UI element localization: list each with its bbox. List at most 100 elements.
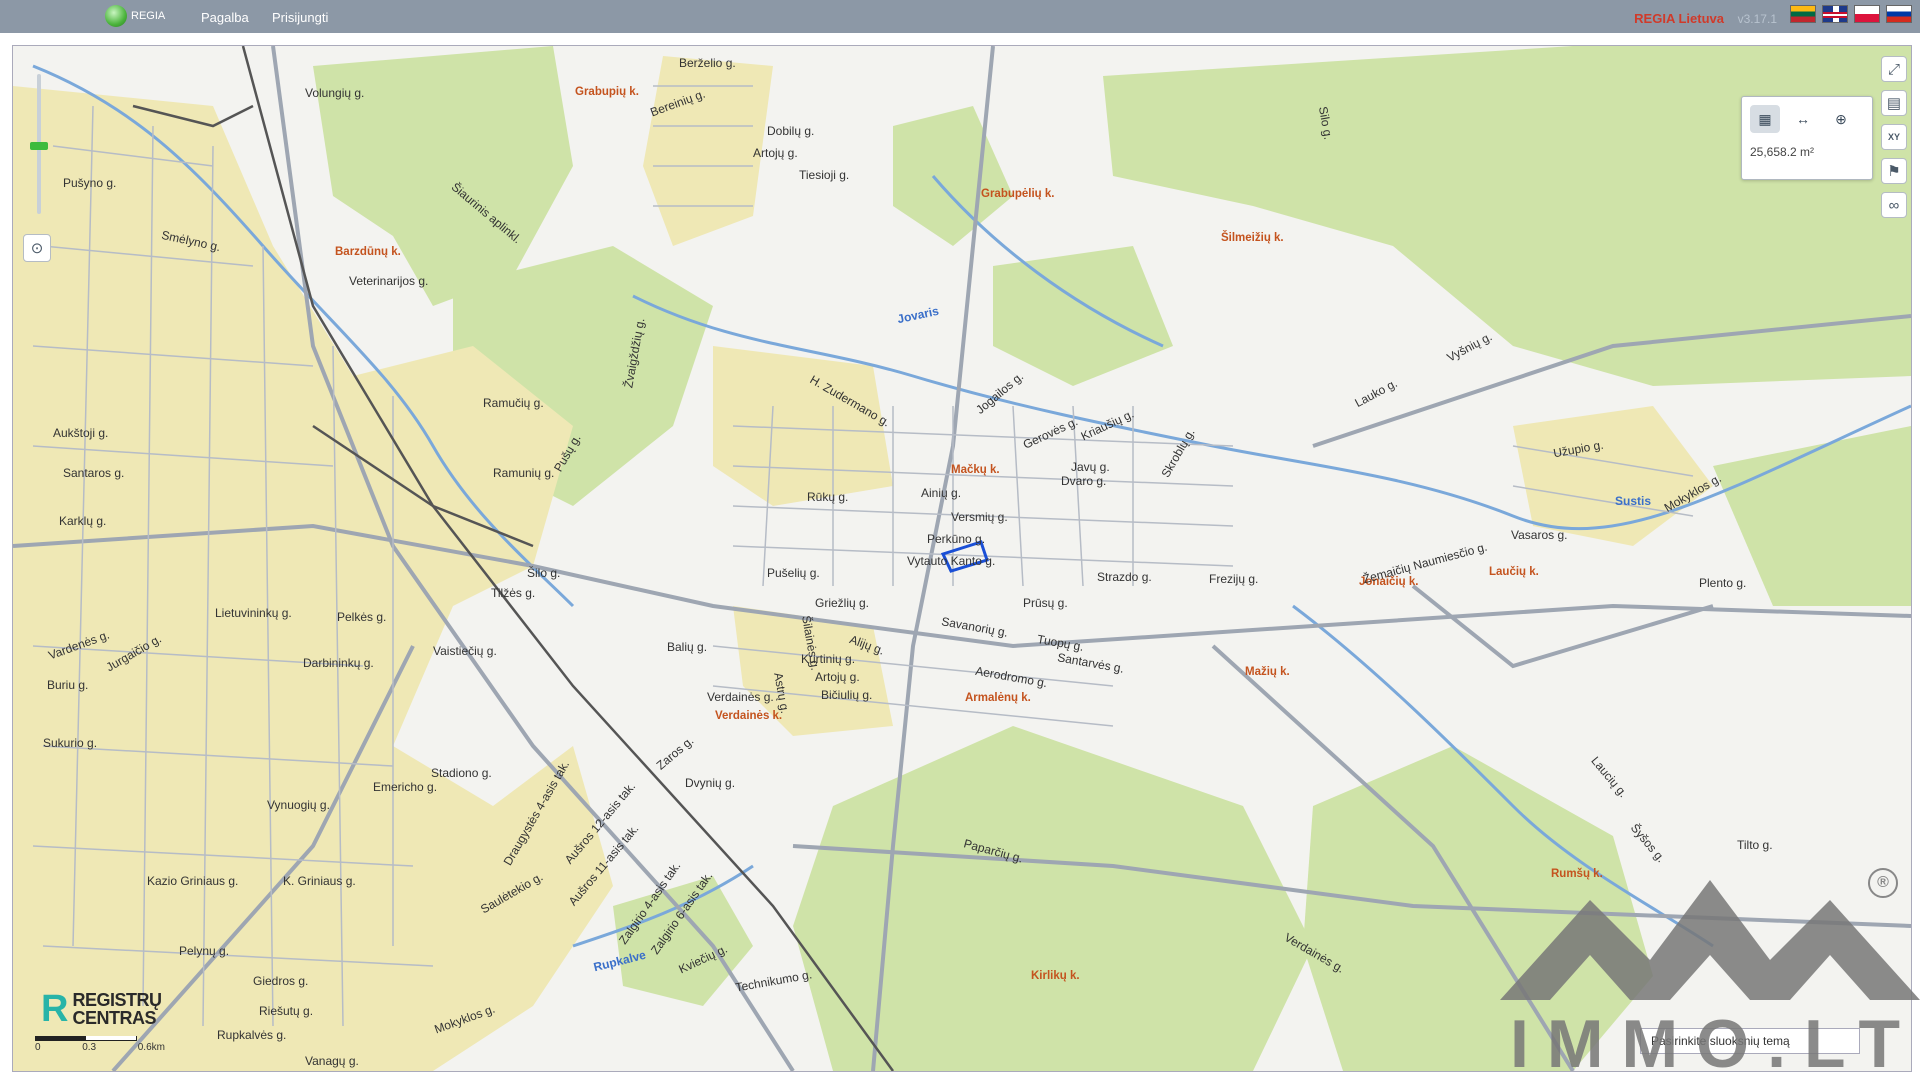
measure-panel: ▦ ↔ ⊕ 25,658.2 m² — [1741, 96, 1873, 180]
pl-flag-icon[interactable] — [1854, 5, 1880, 23]
street-label: Vynuogių g. — [267, 798, 330, 812]
regia-logo-text: REGIA — [131, 10, 166, 22]
flag-icon[interactable]: ⚑ — [1881, 158, 1907, 184]
street-label: Javų g. — [1071, 460, 1110, 474]
village-label: Grabupių k. — [575, 86, 639, 98]
street-label: Pelkės g. — [337, 610, 387, 624]
street-label: Lietuvininkų g. — [215, 606, 292, 620]
street-label: Strazdo g. — [1097, 570, 1152, 584]
village-label: Armalėnų k. — [965, 692, 1031, 704]
help-link[interactable]: Pagalba — [201, 10, 249, 25]
street-label: Berželio g. — [679, 56, 736, 70]
street-label: Vanagų g. — [305, 1054, 359, 1068]
link-icon[interactable]: ∞ — [1881, 192, 1907, 218]
area-measure-icon[interactable]: ▦ — [1750, 105, 1780, 133]
river-label: Sustis — [1615, 494, 1652, 508]
street-label: Pušelių g. — [767, 566, 820, 580]
street-label: Buriu g. — [47, 678, 89, 692]
village-label: Laučių k. — [1489, 566, 1539, 578]
street-label: Veterinarijos g. — [349, 274, 429, 288]
street-label: Dobilų g. — [767, 124, 815, 138]
fullscreen-icon[interactable]: ⤢ — [1881, 56, 1907, 82]
scale-tick: 0 — [35, 1042, 41, 1053]
globe-icon[interactable]: ⊕ — [1826, 105, 1856, 133]
street-label: Ramučių g. — [483, 396, 544, 410]
village-label: Rumšų k. — [1551, 868, 1603, 880]
street-label: Karklų g. — [59, 514, 107, 528]
street-label: Bičiulių g. — [821, 688, 873, 702]
village-label: Verdainės k. — [715, 710, 783, 722]
distance-measure-icon[interactable]: ↔ — [1788, 105, 1818, 133]
street-label: Darbininkų g. — [303, 656, 374, 670]
street-label: Balių g. — [667, 640, 708, 654]
app-version: v3.17.1 — [1737, 12, 1777, 26]
street-label: Vytauto Kanto g. — [907, 554, 996, 568]
street-label: Volungių g. — [305, 86, 365, 100]
lt-flag-icon[interactable] — [1790, 5, 1816, 23]
village-label: Grabupėlių k. — [981, 188, 1055, 200]
village-label: Mačkų k. — [951, 464, 1000, 476]
street-label: Stadiono g. — [431, 766, 492, 780]
street-label: Artojų g. — [753, 146, 798, 160]
area-value: 25,658.2 m² — [1750, 145, 1815, 159]
registered-mark: ® — [1868, 868, 1898, 898]
street-label: Šilo g. — [527, 566, 561, 580]
street-label: Dvaro g. — [1061, 474, 1107, 488]
street-label: Artojų g. — [815, 670, 860, 684]
street-label: Ramunių g. — [493, 466, 555, 480]
street-label: Pelynų g. — [179, 944, 230, 958]
regia-logo[interactable]: REGIA — [105, 5, 165, 27]
rc-logo-line2: CENTRAS — [72, 1008, 156, 1028]
street-label: Versmių g. — [951, 510, 1008, 524]
street-label: Dvynių g. — [685, 776, 736, 790]
street-label: Giedros g. — [253, 974, 309, 988]
street-label: Plento g. — [1699, 576, 1747, 590]
street-label: Verdainės g. — [707, 690, 774, 704]
app-title: REGIA Lietuva — [1634, 11, 1724, 26]
ru-flag-icon[interactable] — [1886, 5, 1912, 23]
street-label: Emericho g. — [373, 780, 438, 794]
right-toolbar: ⤢ ▤ XY ⚑ ∞ — [1881, 56, 1907, 218]
village-label: Šilmeižių k. — [1221, 232, 1284, 244]
registru-centras-logo: R REGISTRŲ CENTRAS — [41, 988, 162, 1030]
street-label: Frezijų g. — [1209, 572, 1259, 586]
rc-logo-mark-icon: R — [41, 988, 69, 1030]
street-label: Riešutų g. — [259, 1004, 314, 1018]
street-label: Rūkų g. — [807, 490, 849, 504]
village-label: Kirlikų k. — [1031, 970, 1080, 982]
street-label: Kazio Griniaus g. — [147, 874, 239, 888]
language-switcher — [1790, 5, 1912, 23]
street-label: Tiesioji g. — [799, 168, 850, 182]
login-link[interactable]: Prisijungti — [272, 10, 328, 25]
watermark-text: IMMO.LT — [1510, 1006, 1918, 1082]
gb-flag-icon[interactable] — [1822, 5, 1848, 23]
street-label: Aukštoji g. — [53, 426, 109, 440]
street-label: Rupkalvės g. — [217, 1028, 287, 1042]
coordinates-icon[interactable]: XY — [1881, 124, 1907, 150]
regia-globe-icon — [105, 5, 127, 27]
top-bar: REGIA Pagalba Prisijungti REGIA Lietuva … — [0, 0, 1920, 33]
street-label: Tilto g. — [1737, 838, 1773, 852]
street-label: Griežlių g. — [815, 596, 870, 610]
scale-tick: 0.3 — [82, 1042, 97, 1053]
rc-logo-line1: REGISTRŲ — [72, 990, 162, 1010]
locate-icon[interactable]: ⊙ — [23, 234, 51, 262]
zoom-slider[interactable] — [30, 66, 48, 226]
map-extent-icon[interactable]: ▤ — [1881, 90, 1907, 116]
zoom-handle[interactable] — [30, 142, 48, 150]
scale-line — [35, 1036, 137, 1041]
street-label: Pušyno g. — [63, 176, 117, 190]
village-label: Barzdūnų k. — [335, 246, 401, 258]
street-label: K. Griniaus g. — [283, 874, 356, 888]
scale-bar: 0 0.3 0.6km — [35, 1036, 165, 1053]
street-label: Perkūno g. — [927, 532, 986, 546]
street-label: Vasaros g. — [1511, 528, 1568, 542]
street-label: Tilžės g. — [491, 586, 536, 600]
street-label: Vaistiečių g. — [433, 644, 497, 658]
street-label: Sukurio g. — [43, 736, 98, 750]
street-label: Ainių g. — [921, 486, 962, 500]
coordinates-label: XY — [1887, 132, 1900, 142]
scale-tick: 0.6km — [137, 1042, 165, 1053]
street-label: Prūsų g. — [1023, 596, 1068, 610]
map-canvas[interactable]: Grabupių k. Grabupėlių k. Barzdūnų k. Ši… — [12, 45, 1912, 1072]
